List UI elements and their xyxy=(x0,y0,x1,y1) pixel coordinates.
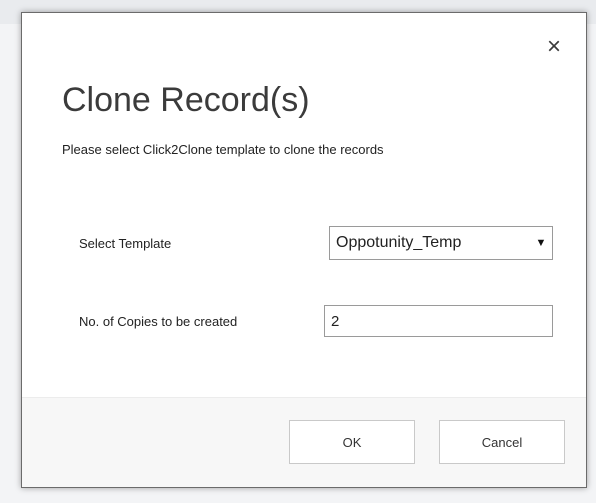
template-select-value: Oppotunity_Temp xyxy=(336,234,462,251)
dialog-subtitle: Please select Click2Clone template to cl… xyxy=(62,142,384,157)
copies-label: No. of Copies to be created xyxy=(79,313,238,329)
template-row: Select Template Oppotunity_Temp ▼ xyxy=(79,226,553,260)
cancel-button[interactable]: Cancel xyxy=(439,420,565,464)
template-select[interactable]: Oppotunity_Temp ▼ xyxy=(329,226,553,260)
template-label: Select Template xyxy=(79,235,172,251)
dialog-footer: OK Cancel xyxy=(22,397,586,487)
clone-records-dialog: × Clone Record(s) Please select Click2Cl… xyxy=(21,12,587,488)
copies-input[interactable] xyxy=(324,305,553,337)
chevron-down-icon: ▼ xyxy=(535,237,547,249)
close-icon[interactable]: × xyxy=(540,33,568,61)
ok-button[interactable]: OK xyxy=(289,420,415,464)
copies-row: No. of Copies to be created xyxy=(79,304,553,338)
dialog-title: Clone Record(s) xyxy=(62,81,310,119)
